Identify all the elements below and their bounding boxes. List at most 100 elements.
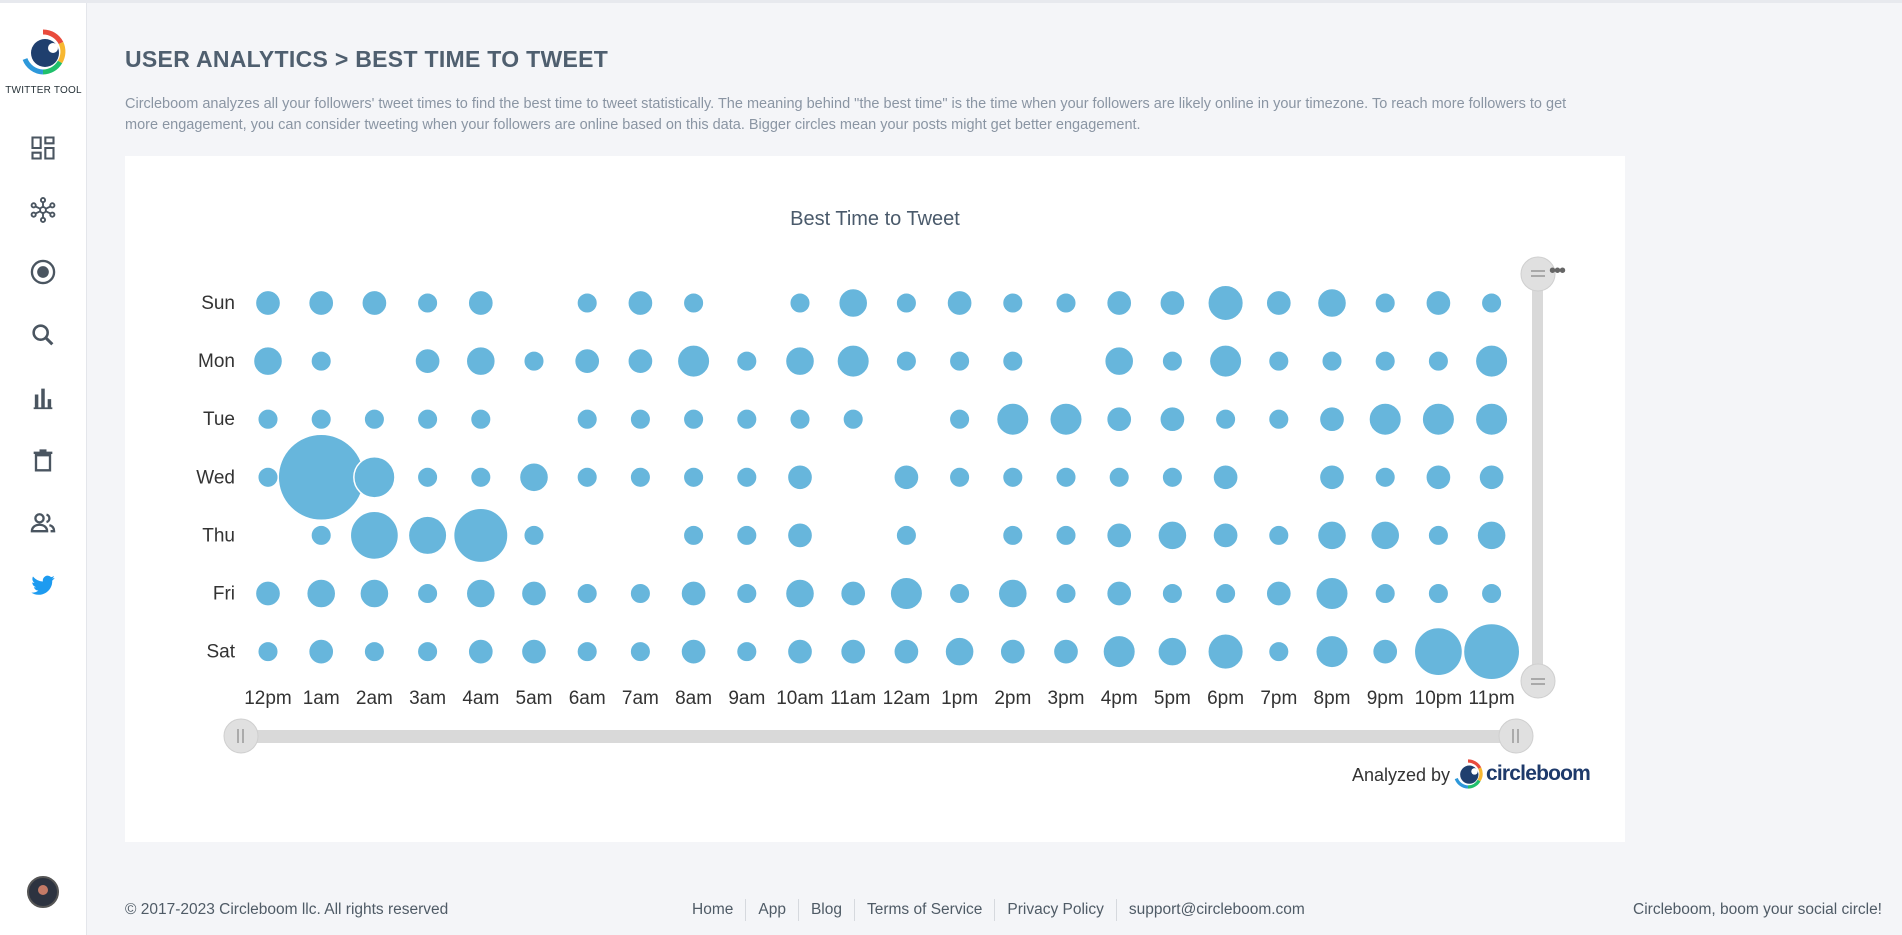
- data-bubble[interactable]: [416, 466, 439, 489]
- data-bubble[interactable]: [946, 289, 973, 317]
- data-bubble[interactable]: [629, 408, 652, 431]
- data-bubble[interactable]: [1054, 524, 1078, 547]
- data-bubble[interactable]: [735, 350, 758, 373]
- footer-link-app[interactable]: App: [746, 899, 799, 921]
- data-bubble[interactable]: [1267, 524, 1290, 547]
- data-bubble[interactable]: [1265, 580, 1293, 607]
- data-bubble[interactable]: [254, 289, 282, 317]
- data-bubble[interactable]: [576, 466, 599, 489]
- data-bubble[interactable]: [467, 638, 495, 665]
- data-bubble[interactable]: [680, 638, 707, 665]
- data-bubble[interactable]: [349, 510, 400, 561]
- data-bubble[interactable]: [1374, 466, 1397, 489]
- data-bubble[interactable]: [1480, 582, 1503, 605]
- data-bubble[interactable]: [256, 408, 280, 431]
- data-bubble[interactable]: [307, 638, 335, 665]
- data-bubble[interactable]: [788, 291, 812, 315]
- data-bubble[interactable]: [1212, 522, 1239, 549]
- data-bubble[interactable]: [1161, 350, 1184, 373]
- data-bubble[interactable]: [252, 345, 284, 377]
- data-bubble[interactable]: [307, 289, 335, 317]
- data-bubble[interactable]: [735, 640, 758, 663]
- data-bubble[interactable]: [416, 640, 439, 663]
- data-bubble[interactable]: [256, 640, 280, 663]
- data-bubble[interactable]: [786, 522, 814, 549]
- data-bubble[interactable]: [1267, 350, 1290, 373]
- data-bubble[interactable]: [1001, 524, 1024, 547]
- data-bubble[interactable]: [1371, 638, 1399, 665]
- data-bubble[interactable]: [277, 433, 365, 522]
- data-bubble[interactable]: [786, 463, 814, 491]
- data-bubble[interactable]: [254, 580, 282, 607]
- data-bubble[interactable]: [842, 408, 865, 431]
- data-bubble[interactable]: [893, 463, 920, 491]
- data-bubble[interactable]: [1267, 640, 1290, 663]
- data-bubble[interactable]: [999, 638, 1027, 665]
- data-bubble[interactable]: [948, 466, 971, 489]
- data-bubble[interactable]: [407, 515, 448, 556]
- data-bubble[interactable]: [414, 347, 441, 375]
- chart-menu-button[interactable]: •••: [1549, 260, 1566, 283]
- data-bubble[interactable]: [1427, 350, 1450, 373]
- data-bubble[interactable]: [895, 524, 918, 547]
- data-bubble[interactable]: [1207, 284, 1245, 322]
- data-bubble[interactable]: [416, 291, 439, 315]
- data-bubble[interactable]: [1413, 626, 1464, 677]
- data-bubble[interactable]: [735, 582, 758, 605]
- sidebar-item-target[interactable]: [26, 255, 60, 289]
- horizontal-scroll-handle-left[interactable]: [223, 718, 259, 754]
- data-bubble[interactable]: [1474, 344, 1509, 379]
- data-bubble[interactable]: [735, 408, 758, 431]
- data-bubble[interactable]: [1161, 582, 1184, 605]
- data-bubble[interactable]: [786, 638, 814, 665]
- data-bubble[interactable]: [1474, 402, 1509, 437]
- sidebar-item-analytics[interactable]: [26, 381, 60, 415]
- footer-link-privacy[interactable]: Privacy Policy: [995, 899, 1117, 921]
- data-bubble[interactable]: [1425, 463, 1452, 491]
- data-bubble[interactable]: [522, 350, 546, 373]
- data-bubble[interactable]: [889, 576, 924, 611]
- data-bubble[interactable]: [1462, 622, 1521, 681]
- data-bubble[interactable]: [1105, 580, 1133, 607]
- data-bubble[interactable]: [1105, 522, 1133, 549]
- data-bubble[interactable]: [1480, 291, 1503, 315]
- data-bubble[interactable]: [784, 578, 816, 609]
- data-bubble[interactable]: [629, 640, 652, 663]
- data-bubble[interactable]: [995, 402, 1030, 437]
- data-bubble[interactable]: [627, 347, 654, 375]
- data-bubble[interactable]: [948, 350, 971, 373]
- data-bubble[interactable]: [576, 291, 599, 315]
- data-bubble[interactable]: [452, 507, 509, 564]
- data-bubble[interactable]: [1161, 466, 1184, 489]
- data-bubble[interactable]: [1208, 344, 1243, 379]
- data-bubble[interactable]: [1105, 289, 1133, 317]
- data-bubble[interactable]: [1478, 463, 1505, 491]
- data-bubble[interactable]: [1159, 405, 1186, 433]
- data-bubble[interactable]: [467, 289, 495, 317]
- data-bubble[interactable]: [1368, 402, 1403, 437]
- data-bubble[interactable]: [1001, 350, 1024, 373]
- data-bubble[interactable]: [1318, 463, 1346, 491]
- data-bubble[interactable]: [1374, 582, 1397, 605]
- sidebar-item-circle[interactable]: [26, 193, 60, 227]
- data-bubble[interactable]: [682, 466, 705, 489]
- data-bubble[interactable]: [1212, 463, 1239, 491]
- data-bubble[interactable]: [465, 345, 497, 377]
- footer-link-blog[interactable]: Blog: [799, 899, 855, 921]
- data-bubble[interactable]: [353, 455, 396, 499]
- data-bubble[interactable]: [1108, 466, 1131, 489]
- data-bubble[interactable]: [522, 524, 546, 547]
- data-bubble[interactable]: [895, 291, 918, 315]
- data-bubble[interactable]: [1316, 520, 1348, 551]
- data-bubble[interactable]: [1265, 289, 1293, 317]
- horizontal-scroll-handle-right[interactable]: [1498, 718, 1534, 754]
- data-bubble[interactable]: [310, 524, 333, 547]
- vertical-scroll-handle-bottom[interactable]: [1520, 663, 1556, 699]
- data-bubble[interactable]: [788, 408, 812, 431]
- data-bubble[interactable]: [359, 578, 390, 609]
- data-bubble[interactable]: [310, 350, 333, 373]
- sidebar-item-dashboard[interactable]: [26, 131, 60, 165]
- data-bubble[interactable]: [682, 408, 705, 431]
- data-bubble[interactable]: [893, 638, 920, 665]
- data-bubble[interactable]: [627, 289, 654, 317]
